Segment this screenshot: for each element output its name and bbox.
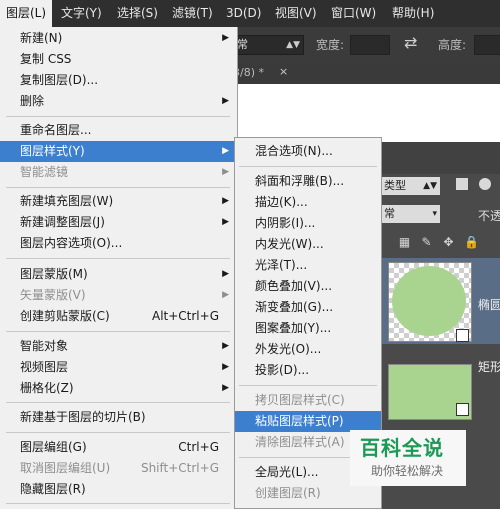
menu-item-rasterize[interactable]: 栅格化(Z) ▶ bbox=[0, 378, 236, 399]
menu-item-duplicate-layer[interactable]: 复制图层(D)... bbox=[0, 70, 236, 91]
menu-type[interactable]: 文字(Y) bbox=[61, 0, 102, 27]
menu-separator bbox=[6, 116, 230, 117]
menu-bar: 图层(L) 文字(Y) 选择(S) 滤镜(T) 3D(D) 视图(V) 窗口(W… bbox=[0, 0, 500, 27]
height-input[interactable] bbox=[474, 35, 500, 55]
menu-item-new-fill-layer[interactable]: 新建填充图层(W) ▶ bbox=[0, 191, 236, 212]
menu-separator bbox=[6, 187, 230, 188]
menu-separator bbox=[239, 166, 377, 167]
layers-panel-header bbox=[380, 142, 500, 174]
menu-item-vector-mask[interactable]: 矢量蒙版(V) ▶ bbox=[0, 285, 236, 306]
lock-all-icon[interactable]: 🔒 bbox=[464, 236, 479, 249]
menu-separator bbox=[6, 258, 230, 259]
menu-item-group-layers[interactable]: 图层编组(G) Ctrl+G bbox=[0, 437, 236, 458]
submenu-item-outer-glow[interactable]: 外发光(O)... bbox=[235, 339, 381, 360]
width-input[interactable] bbox=[350, 35, 390, 55]
submenu-item-copy-layer-style[interactable]: 拷贝图层样式(C) bbox=[235, 390, 381, 411]
menu-item-clipping-mask[interactable]: 创建剪贴蒙版(C) Alt+Ctrl+G bbox=[0, 306, 236, 327]
submenu-item-gradient-overlay[interactable]: 渐变叠加(G)... bbox=[235, 297, 381, 318]
menu-item-hide-layers[interactable]: 隐藏图层(R) bbox=[0, 479, 236, 500]
watermark-subtitle: 助你轻松解决 bbox=[371, 464, 444, 478]
menu-item-layer-mask[interactable]: 图层蒙版(M) ▶ bbox=[0, 264, 236, 285]
menu-item-delete[interactable]: 删除 ▶ bbox=[0, 91, 236, 112]
submenu-item-create-layers[interactable]: 创建图层(R) bbox=[235, 483, 381, 504]
menu-item-smart-object[interactable]: 智能对象 ▶ bbox=[0, 336, 236, 357]
menu-layer[interactable]: 图层(L) bbox=[0, 0, 53, 27]
watermark-title: 百科全说 bbox=[360, 436, 444, 460]
menu-3d[interactable]: 3D(D) bbox=[226, 0, 261, 27]
submenu-item-bevel-emboss[interactable]: 斜面和浮雕(B)... bbox=[235, 171, 381, 192]
filter-kind-select[interactable]: 类型 ▲▼ bbox=[382, 177, 440, 195]
close-tab-icon[interactable]: × bbox=[279, 65, 288, 78]
menu-separator bbox=[6, 331, 230, 332]
menu-window[interactable]: 窗口(W) bbox=[331, 0, 376, 27]
filter-kind-value: 类型 bbox=[384, 179, 406, 192]
submenu-item-drop-shadow[interactable]: 投影(D)... bbox=[235, 360, 381, 381]
image-filter-icon[interactable] bbox=[456, 178, 468, 190]
menu-item-video-layer[interactable]: 视频图层 ▶ bbox=[0, 357, 236, 378]
move-lock-icon[interactable]: ✥ bbox=[442, 236, 455, 249]
menu-separator bbox=[239, 385, 377, 386]
submenu-item-inner-glow[interactable]: 内发光(W)... bbox=[235, 234, 381, 255]
menu-item-new[interactable]: 新建(N) ▶ bbox=[0, 28, 236, 49]
menu-view[interactable]: 视图(V) bbox=[275, 0, 317, 27]
menu-item-copy-css[interactable]: 复制 CSS bbox=[0, 49, 236, 70]
blend-mode-select[interactable]: 常 ▾ bbox=[382, 205, 440, 223]
width-label: 宽度: bbox=[316, 38, 345, 52]
submenu-item-color-overlay[interactable]: 颜色叠加(V)... bbox=[235, 276, 381, 297]
select-arrow-icon: ▾ bbox=[432, 209, 437, 219]
menu-item-new-slice[interactable]: 新建基于图层的切片(B) bbox=[0, 407, 236, 428]
select-arrow-icon: ▲▼ bbox=[423, 181, 437, 191]
menu-item-smart-filter[interactable]: 智能滤镜 ▶ bbox=[0, 162, 236, 183]
menu-item-new-adjustment-layer[interactable]: 新建调整图层(J) ▶ bbox=[0, 212, 236, 233]
submenu-item-paste-layer-style[interactable]: 粘贴图层样式(P) bbox=[235, 411, 381, 432]
combo-arrow-icon: ▲▼ bbox=[286, 40, 300, 50]
layer-menu: 新建(N) ▶ 复制 CSS 复制图层(D)... 删除 ▶ 重命名图层... 图层… bbox=[0, 27, 238, 509]
menu-item-layer-style[interactable]: 图层样式(Y) ▶ bbox=[0, 141, 236, 162]
menu-filter[interactable]: 滤镜(T) bbox=[172, 0, 213, 27]
submenu-item-pattern-overlay[interactable]: 图案叠加(Y)... bbox=[235, 318, 381, 339]
menu-separator bbox=[6, 503, 230, 504]
menu-select[interactable]: 选择(S) bbox=[117, 0, 158, 27]
menu-separator bbox=[6, 432, 230, 433]
swap-arrows-icon[interactable]: ⇄ bbox=[404, 33, 417, 52]
submenu-item-blending-options[interactable]: 混合选项(N)... bbox=[235, 141, 381, 162]
menu-item-layer-content-options[interactable]: 图层内容选项(O)... bbox=[0, 233, 236, 254]
shape-layer-icon bbox=[456, 403, 469, 416]
canvas[interactable] bbox=[230, 84, 500, 142]
blend-mode-value: 常 bbox=[384, 207, 395, 220]
shape-layer-icon bbox=[456, 329, 469, 342]
height-label: 高度: bbox=[438, 38, 467, 52]
submenu-item-inner-shadow[interactable]: 内阴影(I)... bbox=[235, 213, 381, 234]
lock-transparency-icon[interactable]: ▦ bbox=[398, 236, 411, 249]
ellipse-shape bbox=[392, 266, 466, 336]
menu-help[interactable]: 帮助(H) bbox=[392, 0, 434, 27]
submenu-item-stroke[interactable]: 描边(K)... bbox=[235, 192, 381, 213]
menu-separator bbox=[6, 402, 230, 403]
mode-combo[interactable]: 常 ▲▼ bbox=[232, 35, 304, 55]
submenu-item-satin[interactable]: 光泽(T)... bbox=[235, 255, 381, 276]
menu-item-ungroup-layers[interactable]: 取消图层编组(U) Shift+Ctrl+G bbox=[0, 458, 236, 479]
brush-lock-icon[interactable]: ✎ bbox=[420, 236, 433, 249]
layer-name-rectangle[interactable]: 矩形 bbox=[478, 358, 500, 375]
opacity-label: 不透 bbox=[478, 209, 500, 223]
mode-combo-value: 常 bbox=[237, 38, 248, 51]
menu-item-rename-layer[interactable]: 重命名图层... bbox=[0, 120, 236, 141]
layer-name-ellipse[interactable]: 椭圆 bbox=[478, 296, 500, 313]
adjustment-filter-icon[interactable] bbox=[479, 178, 491, 190]
